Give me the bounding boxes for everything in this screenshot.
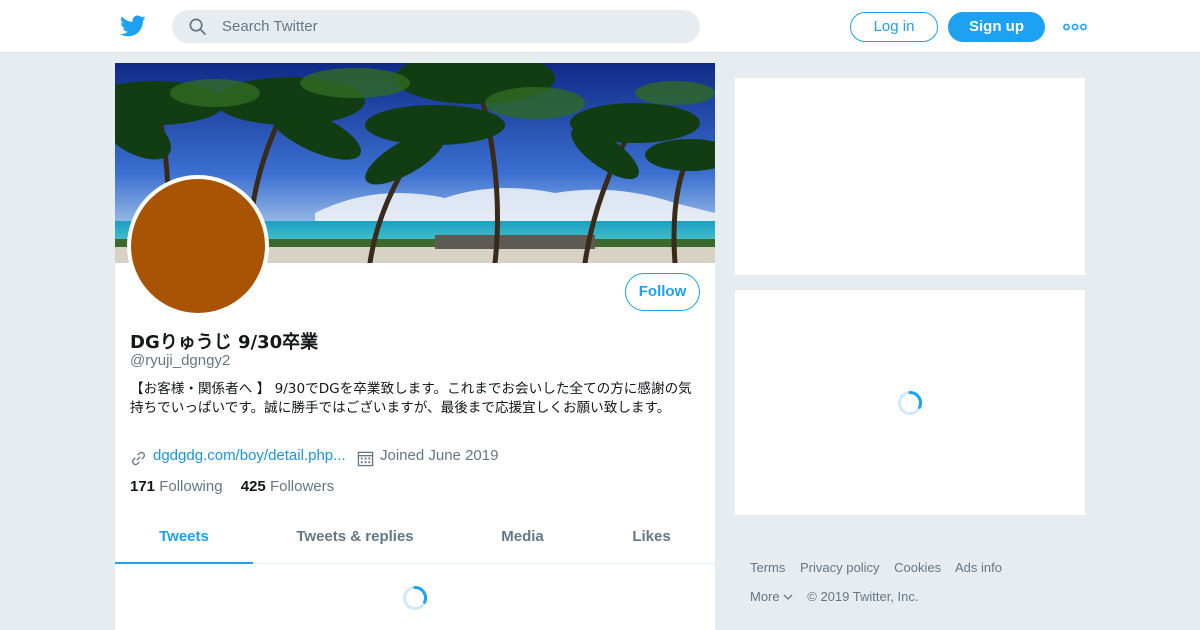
sidebar-module-empty bbox=[735, 78, 1085, 275]
footer-link-cookies[interactable]: Cookies bbox=[894, 560, 941, 575]
profile-website-link[interactable]: dgdgdg.com/boy/detail.php... bbox=[153, 447, 346, 464]
following-count: 171 bbox=[130, 478, 156, 495]
footer-copyright: © 2019 Twitter, Inc. bbox=[807, 589, 919, 604]
following-label: Following bbox=[159, 478, 223, 495]
tab-media[interactable]: Media bbox=[475, 516, 570, 564]
signup-button[interactable]: Sign up bbox=[948, 12, 1045, 42]
footer-link-ads-info[interactable]: Ads info bbox=[955, 560, 1002, 575]
profile-joined-date: Joined June 2019 bbox=[380, 447, 499, 464]
calendar-icon bbox=[357, 451, 374, 467]
twitter-bird-icon[interactable] bbox=[120, 13, 146, 39]
profile-stats: 171 Following 425 Followers bbox=[130, 478, 334, 495]
follow-button[interactable]: Follow bbox=[625, 273, 700, 311]
profile-card: Follow DGりゅうじ 9/30卒業 @ryuji_dgngy2 【お客様・… bbox=[115, 63, 715, 630]
profile-bio: 【お客様・関係者へ 】 9/30でDGを卒業致します。これまでお会いした全ての方… bbox=[130, 381, 692, 416]
more-dots-icon[interactable] bbox=[1063, 20, 1087, 34]
followers-label: Followers bbox=[269, 478, 335, 495]
loading-spinner-icon bbox=[403, 585, 427, 610]
following-stat[interactable]: 171 Following bbox=[130, 478, 223, 495]
followers-stat[interactable]: 425 Followers bbox=[241, 478, 334, 495]
top-navigation-bar: Log in Sign up bbox=[0, 0, 1200, 53]
search-box[interactable] bbox=[172, 10, 700, 43]
loading-spinner-icon bbox=[898, 390, 922, 415]
sidebar-module-loading bbox=[735, 290, 1085, 515]
search-input[interactable] bbox=[222, 10, 682, 43]
search-icon bbox=[189, 18, 206, 35]
footer-link-privacy[interactable]: Privacy policy bbox=[800, 560, 879, 575]
followers-count: 425 bbox=[240, 478, 266, 495]
link-icon bbox=[132, 451, 145, 466]
footer-more-label: More bbox=[750, 589, 780, 604]
profile-tabs: Tweets Tweets & replies Media Likes bbox=[115, 516, 715, 564]
tab-likes[interactable]: Likes bbox=[615, 516, 688, 564]
login-button[interactable]: Log in bbox=[850, 12, 938, 42]
profile-display-name: DGりゅうじ 9/30卒業 bbox=[130, 332, 319, 353]
tab-tweets[interactable]: Tweets bbox=[115, 516, 253, 564]
profile-avatar[interactable] bbox=[127, 175, 269, 317]
footer-link-terms[interactable]: Terms bbox=[750, 560, 785, 575]
tab-tweets-replies[interactable]: Tweets & replies bbox=[275, 516, 435, 564]
chevron-down-icon bbox=[783, 594, 793, 600]
profile-handle[interactable]: @ryuji_dgngy2 bbox=[130, 352, 230, 369]
footer-more-button[interactable]: More bbox=[750, 589, 793, 604]
